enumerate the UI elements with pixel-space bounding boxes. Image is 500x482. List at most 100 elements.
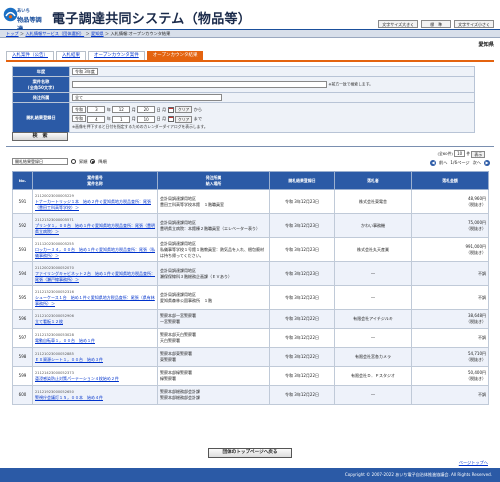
- year-select[interactable]: 令和 3年度: [72, 68, 98, 75]
- row-case-name-link[interactable]: トナーカートリッジ１本 始め２件ぐ愛知県地方税品査所：尾張（豊田工科高等学校）＞: [35, 199, 155, 211]
- to-clear-button[interactable]: クリア: [174, 115, 193, 123]
- next-link[interactable]: 次へ: [473, 160, 481, 166]
- divider: [6, 146, 494, 147]
- row-case-name-link[interactable]: プリンタ１，００台 始め１件ぐ愛知県地方税品査所：尾張（豊明県立病院）＞: [35, 223, 155, 235]
- per-page-select[interactable]: 10: [454, 150, 466, 157]
- row-date: 令和 3年12月22日: [269, 366, 335, 386]
- to-calendar-icon[interactable]: [167, 116, 174, 122]
- row-amount: 不調: [478, 270, 486, 276]
- row-case-name-link[interactable]: シューケース１台 始め１件ぐ愛知県地方税品査所：尾張（県有林事務所）＞: [35, 295, 155, 307]
- breadcrumb-separator: ＞: [19, 31, 25, 36]
- breadcrumb-bar: トップ ＞ 入札情報サービス（団体選択） ＞ 愛知県 ＞ 入札情報:オープンカウ…: [0, 29, 500, 38]
- to-month-input[interactable]: 1: [112, 115, 131, 123]
- dept-select[interactable]: 全て: [72, 94, 222, 101]
- row-tax: （税抜き）: [466, 201, 486, 207]
- row-amount-cell: 38,648円 （税抜き）: [411, 309, 489, 329]
- sort-asc-label: 昇順: [79, 158, 88, 164]
- case-name-note: ※前方一致で検索します。: [328, 81, 373, 87]
- row-date: 令和 3年12月23日: [269, 189, 335, 214]
- row-case-name-link[interactable]: 電動自転車１，００台 始め１件: [35, 338, 155, 344]
- back-to-top-page-button[interactable]: 団体のトップページへ戻る: [208, 448, 292, 458]
- calendar-note: ※画像を押下すると日付を指定するためのカレンダーダイアログを表示します。: [72, 123, 208, 129]
- display-button[interactable]: 表示: [471, 150, 485, 158]
- sort-desc-radio[interactable]: [90, 159, 96, 164]
- case-name-cell: ※前方一致で検索します。: [69, 76, 475, 93]
- prev-link[interactable]: 前へ: [439, 160, 447, 166]
- row-no: 591: [12, 189, 33, 214]
- to-year-input[interactable]: 4: [87, 115, 106, 123]
- row-no: 595: [12, 285, 33, 310]
- font-standard-button[interactable]: 標 準: [421, 20, 452, 28]
- app-title: 電子調達共同システム（物品等）: [52, 12, 252, 27]
- from-era-select[interactable]: 令和: [72, 105, 86, 113]
- to-suffix: まで: [193, 116, 203, 121]
- row-place: 警察本部総務部会計課: [160, 395, 200, 400]
- case-name-input[interactable]: [72, 81, 327, 88]
- table-row: 598 21121023000052885 ＥＸ資源シート１，００台 始め３件 警察本…: [12, 347, 489, 367]
- to-era-select[interactable]: 令和: [72, 115, 86, 122]
- tab-bid-result[interactable]: 入札結果: [56, 51, 86, 60]
- row-case-name-link[interactable]: ロッカー３４，００台 始め１件ぐ愛知県地方税品査所：尾張（私儀事務所）＞: [35, 247, 155, 259]
- table-row: 596 21121023000052906 立て看板１２枚 警察本部一宮警察署 一宮警察…: [12, 309, 489, 329]
- tab-open-counter[interactable]: オープンカウンタ案件: [88, 51, 145, 60]
- to-day-input[interactable]: 10: [137, 115, 156, 123]
- row-place: 天白警察署: [160, 338, 180, 343]
- row-amount-cell: 54,710円 （税抜き）: [411, 347, 489, 367]
- row-supplier: 有限会社アイチジルキ: [334, 309, 412, 329]
- breadcrumb-top-link[interactable]: トップ: [6, 31, 19, 36]
- row-case-cell: 21121423000052373 颪浸感染防止対策パーテーション４枚始め２件: [32, 366, 158, 386]
- row-no: 596: [12, 309, 33, 329]
- row-place: 一宮警察署: [160, 319, 180, 324]
- case-name-label-cell: 案件名称 (全角50文字): [12, 76, 70, 93]
- date-from-row: 令和 3 年 12 月 20 日 月 クリア から: [72, 105, 472, 113]
- next-arrow-icon[interactable]: ▶: [484, 160, 490, 166]
- row-tax: （税抜き）: [466, 319, 486, 324]
- col-no: No.: [12, 171, 33, 190]
- row-no: 599: [12, 366, 33, 386]
- row-case-cell: 21121023000052885 ＥＸ資源シート１，００台 始め３件: [32, 347, 158, 367]
- logo[interactable]: あいち 物品等調達: [3, 5, 47, 33]
- from-month-input[interactable]: 12: [112, 106, 131, 113]
- row-case-name-link[interactable]: 颪浸感染防止対策パーテーション４枚始め２件: [35, 376, 155, 382]
- search-button[interactable]: 検 索: [12, 132, 68, 141]
- row-case-name-link[interactable]: 立て看板１２枚: [35, 319, 155, 325]
- results-table: No. 案件番号 案件名称 発注所属 納入場所 開札結果登録日 落札者 落札金額 5…: [12, 171, 489, 405]
- from-calendar-icon[interactable]: [167, 106, 174, 113]
- page-top-link[interactable]: ページトップへ: [459, 460, 488, 466]
- to-weekday: 月: [162, 116, 167, 121]
- row-amount: 不調: [478, 294, 486, 300]
- row-tax: （税抜き）: [466, 225, 486, 231]
- from-clear-button[interactable]: クリア: [174, 106, 193, 113]
- sort-select[interactable]: 開札結果登録日: [12, 158, 68, 165]
- year-label: 年度: [12, 66, 70, 77]
- tab-bid-announce[interactable]: 入札案件（公告）: [6, 51, 54, 60]
- table-row: 592 21121323000005571 プリンタ１，００台 始め１件ぐ愛知県地方…: [12, 213, 489, 238]
- table-row: 594 21120023000052070 ファイリングキャビネット２台 始め１件ぐ…: [12, 261, 489, 286]
- sort-asc-radio[interactable]: [71, 159, 76, 164]
- tab-open-counter-result[interactable]: オープンカウンタ結果: [146, 51, 204, 60]
- footer: Copyright © 2007-2022 あいち電子自治体推進協議会. All…: [0, 468, 500, 482]
- font-smaller-button[interactable]: 文字サイズ小さく: [454, 20, 494, 28]
- breadcrumb-service-link[interactable]: 入札情報サービス（団体選択）: [25, 31, 84, 36]
- row-no: 592: [12, 213, 33, 238]
- row-dept-cell: 警察本部総務部会計課 警察本部総務部会計課: [157, 385, 270, 405]
- from-day-input[interactable]: 20: [137, 106, 156, 113]
- row-tax: （税抜き）: [466, 357, 486, 362]
- result-count: (全60件): [437, 151, 453, 156]
- prev-arrow-icon[interactable]: ◀: [430, 160, 436, 166]
- row-amount-cell: 991,000円 （税抜き）: [411, 237, 489, 262]
- row-case-name-link[interactable]: 警視庁会議灯１５，００本 始め４件: [35, 395, 155, 401]
- breadcrumb-current: 入札情報:オープンカウンタ結果: [110, 31, 171, 36]
- header: あいち 物品等調達 電子調達共同システム（物品等） 文字サイズ大きく 標 準 文…: [0, 0, 500, 33]
- breadcrumb-pref-link[interactable]: 愛知県: [91, 31, 104, 36]
- table-row: 600 21121923000052650 警視庁会議灯１５，００本 始め４件 警察本…: [12, 385, 489, 405]
- row-supplier: 株式会社丸天産業: [334, 237, 412, 262]
- tab-underline: [6, 60, 494, 62]
- row-date: 令和 3年12月23日: [269, 237, 335, 262]
- row-place: 東警察署: [160, 357, 176, 362]
- row-case-name-link[interactable]: ファイリングキャビネット２台 始め１件ぐ愛知県地方税品査所：尾張（瀬戸線事務所）…: [35, 271, 155, 283]
- row-date: 令和 3年12月22日: [269, 328, 335, 348]
- font-larger-button[interactable]: 文字サイズ大きく: [378, 20, 419, 28]
- from-year-input[interactable]: 3: [87, 106, 106, 113]
- row-case-name-link[interactable]: ＥＸ資源シート１，００台 始め３件: [35, 357, 155, 363]
